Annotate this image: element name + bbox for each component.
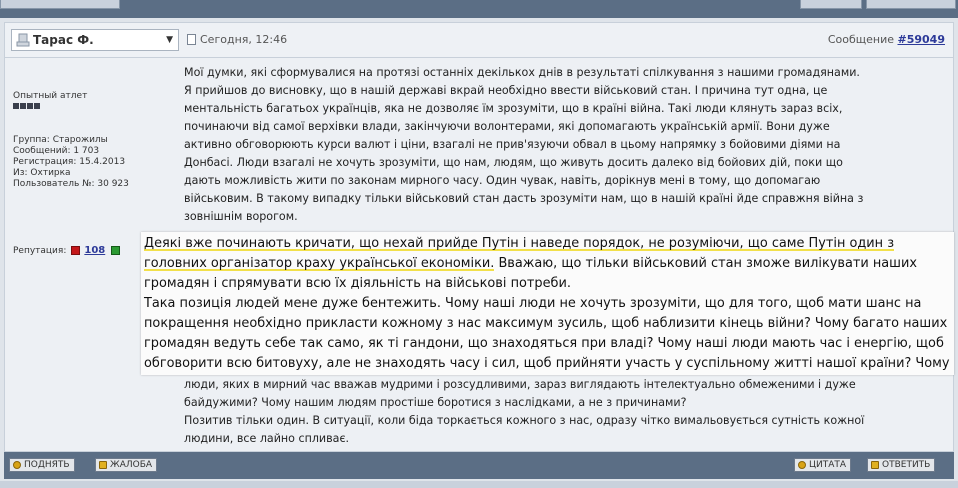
text-line: дають можливість жити по законам мирного… <box>184 174 821 187</box>
zoom-line: покращення необхідно прикласти кожному з… <box>144 316 948 331</box>
top-right-button-1[interactable] <box>800 0 862 9</box>
text-line: Донбасі. Люди взагалі не хочуть зрозуміт… <box>184 156 843 169</box>
text-line: людини, все лайно спливає. <box>184 431 350 445</box>
rep-plus-icon[interactable] <box>111 246 121 255</box>
post-number-label: Сообщение <box>827 33 894 46</box>
report-button[interactable]: ЖАЛОБА <box>95 458 158 472</box>
stat-posts: Сообщений: 1 703 <box>13 146 100 156</box>
reply-label: ОТВЕТИТЬ <box>882 460 931 470</box>
zoom-line: громадян і спрямувати всю їх діяльність … <box>144 276 571 291</box>
user-stats: Группа: Старожилы Сообщений: 1 703 Регис… <box>13 135 129 190</box>
reply-button[interactable]: ОТВЕТИТЬ <box>867 458 936 472</box>
post-number: Сообщение #59049 <box>828 33 945 46</box>
top-nav-bar <box>0 0 958 18</box>
author-menu[interactable]: Тарас Ф. ▼ <box>11 29 179 51</box>
arrow-up-icon <box>13 461 21 469</box>
bottom-strip <box>0 481 958 488</box>
chevron-down-icon[interactable]: ▼ <box>166 35 173 45</box>
quote-label: ЦИТАТА <box>809 460 847 470</box>
text-line: ментальність багатьох українців, яка не … <box>184 102 843 115</box>
top-left-button[interactable] <box>0 0 120 9</box>
reputation-value[interactable]: 108 <box>84 245 105 256</box>
reputation-label: Репутация: <box>13 245 67 256</box>
text-line: люди, яких в мирний час вважав мудрими і… <box>184 378 856 391</box>
text-line: Я прийшов до висновку, що в нашій держав… <box>184 84 828 97</box>
text-line: активно обговорюють курси валют і ціни, … <box>184 138 841 151</box>
stat-registered: Регистрация: 15.4.2013 <box>13 157 126 167</box>
quote-icon <box>798 461 806 469</box>
post-text-bottom: люди, яких в мирний час вважав мудрими і… <box>184 376 944 447</box>
author-name[interactable]: Тарас Ф. <box>33 33 166 47</box>
post-date: Сегодня, 12:46 <box>187 33 287 46</box>
highlighted-text: головних організатор краху української е… <box>144 256 495 271</box>
post-date-text: Сегодня, 12:46 <box>200 33 288 46</box>
raise-button[interactable]: ПОДНЯТЬ <box>9 458 75 472</box>
rep-minus-icon[interactable] <box>71 246 81 255</box>
user-rank: Опытный атлет <box>13 91 88 101</box>
warning-icon <box>99 461 107 469</box>
post-header: Тарас Ф. ▼ Сегодня, 12:46 Сообщение #590… <box>4 22 954 58</box>
zoom-line: громадян ведуть себе так само, як ті ган… <box>144 336 944 351</box>
text-line: Мої думки, які сформувалися на протязі о… <box>184 66 860 79</box>
zoomed-text-overlay: Деякі вже починають кричати, що нехай пр… <box>141 232 954 375</box>
post-number-link[interactable]: #59049 <box>898 33 946 46</box>
stat-location: Из: Охтирка <box>13 168 71 178</box>
report-label: ЖАЛОБА <box>110 460 153 470</box>
zoom-line: Така позиція людей мене дуже бентежить. … <box>144 296 922 311</box>
post-footer: ПОДНЯТЬ ЖАЛОБА ЦИТАТА ОТВЕТИТЬ <box>4 452 954 479</box>
highlighted-text: Деякі вже починають кричати, що нехай пр… <box>144 236 895 251</box>
post-text-top: Мої думки, які сформувалися на протязі о… <box>184 64 924 226</box>
rank-pips <box>13 103 40 109</box>
top-right-button-2[interactable] <box>866 0 956 9</box>
text-line: військовим. В такому випадку тільки війс… <box>184 192 864 205</box>
stat-group: Группа: Старожилы <box>13 135 108 145</box>
reply-icon <box>871 461 879 469</box>
raise-label: ПОДНЯТЬ <box>24 460 70 470</box>
text-line: починаючи від самої верхівки влади, закі… <box>184 120 830 133</box>
zoom-line: обговорити всю битовуху, але не знаходят… <box>144 356 950 371</box>
document-icon <box>187 34 196 45</box>
reputation: Репутация: 108 <box>13 245 121 256</box>
user-icon <box>16 33 30 47</box>
text-line: байдужими? Чому нашим людям простіше бор… <box>184 395 687 409</box>
quote-button[interactable]: ЦИТАТА <box>794 458 852 472</box>
text-line: зовнішнім ворогом. <box>184 210 298 223</box>
zoom-text: Вважаю, що тільки військовий стан зможе … <box>494 256 917 271</box>
stat-user-id: Пользователь №: 30 923 <box>13 179 129 189</box>
text-line: Позитив тільки один. В ситуації, коли бі… <box>184 414 865 427</box>
zoom-line: головних організатор краху української е… <box>144 254 954 274</box>
zoom-line: Деякі вже починають кричати, що нехай пр… <box>144 234 954 254</box>
